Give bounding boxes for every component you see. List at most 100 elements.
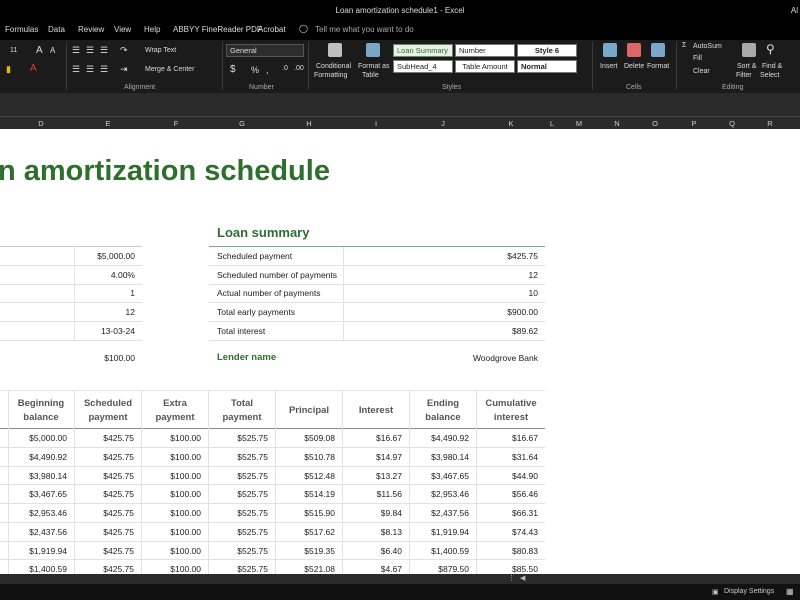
style-number[interactable]: Number [455,44,515,57]
column-header[interactable]: G [239,119,245,128]
schedule-cell[interactable]: $5,000.00 [5,433,67,443]
wrap-text-button[interactable]: Wrap Text [145,47,176,54]
schedule-cell[interactable]: $525.75 [206,471,268,481]
summary-value[interactable]: 10 [440,288,538,298]
start-date-value[interactable]: 13-03-24 [75,326,135,336]
column-header[interactable]: D [38,119,43,128]
schedule-cell[interactable]: $525.75 [206,527,268,537]
schedule-cell[interactable]: $56.46 [476,489,538,499]
font-color-icon[interactable]: A [30,63,37,74]
schedule-cell[interactable]: $2,437.56 [5,527,67,537]
delete-cells-icon[interactable] [627,43,641,57]
worksheet[interactable]: n amortization schedule $5,000.00 4.00% … [0,129,800,574]
header-principal[interactable]: Principal [276,404,342,418]
schedule-cell[interactable]: $425.75 [72,471,134,481]
loan-amount-value[interactable]: $5,000.00 [75,251,135,261]
format-cells-icon[interactable] [651,43,665,57]
column-header[interactable]: J [441,119,445,128]
header-interest[interactable]: Interest [343,404,409,418]
schedule-cell[interactable]: $11.56 [340,489,402,499]
column-header[interactable]: F [174,119,179,128]
schedule-cell[interactable]: $3,980.14 [407,452,469,462]
schedule-cell[interactable]: $66.31 [476,508,538,518]
schedule-cell[interactable]: $1,400.59 [5,564,67,574]
decrease-decimal-icon[interactable]: .00 [294,65,304,72]
format-as-table-icon[interactable] [366,43,380,57]
schedule-cell[interactable]: $80.83 [476,546,538,556]
conditional-formatting-icon[interactable] [328,43,342,57]
schedule-cell[interactable]: $525.75 [206,489,268,499]
schedule-cell[interactable]: $1,919.94 [407,527,469,537]
schedule-cell[interactable]: $4,490.92 [407,433,469,443]
align-center-icon[interactable]: ☰ [86,64,94,75]
style-subhead-4[interactable]: SubHead_4 [393,60,453,73]
schedule-cell[interactable]: $3,467.65 [5,489,67,499]
increase-font-icon[interactable]: A [36,45,43,56]
column-header[interactable]: L [550,119,554,128]
find-select-label-1[interactable]: Find & [762,63,782,70]
conditional-label-1[interactable]: Conditional [316,63,351,70]
autosum-button[interactable]: AutoSum [693,43,722,50]
schedule-cell[interactable]: $31.64 [476,452,538,462]
schedule-cell[interactable]: $100.00 [139,527,201,537]
align-bottom-icon[interactable]: ☰ [100,45,108,56]
schedule-cell[interactable]: $425.75 [72,452,134,462]
summary-value[interactable]: $425.75 [440,251,538,261]
display-settings-icon[interactable]: ▣ [712,588,719,596]
schedule-cell[interactable]: $1,400.59 [407,546,469,556]
align-middle-icon[interactable]: ☰ [86,45,94,56]
schedule-cell[interactable]: $100.00 [139,433,201,443]
tab-view[interactable]: View [114,25,131,34]
schedule-cell[interactable]: $85.50 [476,564,538,574]
format-table-label-2[interactable]: Table [362,72,379,79]
column-header[interactable]: N [614,119,619,128]
payments-per-year-value[interactable]: 12 [75,307,135,317]
merge-center-button[interactable]: Merge & Center [145,66,194,73]
tab-help[interactable]: Help [144,25,160,34]
column-header[interactable]: P [691,119,696,128]
schedule-cell[interactable]: $525.75 [206,508,268,518]
summary-label[interactable]: Total early payments [217,307,295,317]
clear-button[interactable]: Clear [693,68,710,75]
header-extra-payment[interactable]: Extra payment [142,397,208,425]
schedule-cell[interactable]: $519.35 [273,546,335,556]
schedule-cell[interactable]: $4.67 [340,564,402,574]
align-left-icon[interactable]: ☰ [72,64,80,75]
autosum-icon[interactable]: Σ [682,42,686,49]
format-button[interactable]: Format [647,63,669,70]
find-select-icon[interactable]: ⚲ [766,42,775,56]
comma-icon[interactable]: , [266,65,269,75]
schedule-cell[interactable]: $3,467.65 [407,471,469,481]
scroll-left-icon[interactable]: ◀ [520,574,525,582]
tab-data[interactable]: Data [48,25,65,34]
sort-filter-label-1[interactable]: Sort & [737,63,756,70]
header-scheduled-payment[interactable]: Scheduled payment [75,397,141,425]
schedule-cell[interactable]: $100.00 [139,564,201,574]
column-header[interactable]: Q [729,119,735,128]
style-table-amount[interactable]: Table Amount [455,60,515,73]
header-total-payment[interactable]: Total payment [209,397,275,425]
tab-abbyy[interactable]: ABBYY FineReader PDF [173,25,262,34]
style-loan-summary[interactable]: Loan Summary [393,44,453,57]
schedule-cell[interactable]: $425.75 [72,508,134,518]
schedule-cell[interactable]: $3,980.14 [5,471,67,481]
orientation-icon[interactable]: ↷ [120,45,128,56]
schedule-cell[interactable]: $16.67 [476,433,538,443]
schedule-cell[interactable]: $100.00 [139,489,201,499]
schedule-cell[interactable]: $100.00 [139,508,201,518]
summary-value[interactable]: $89.62 [440,326,538,336]
schedule-cell[interactable]: $425.75 [72,527,134,537]
tab-review[interactable]: Review [78,25,104,34]
schedule-cell[interactable]: $4,490.92 [5,452,67,462]
display-settings-button[interactable]: Display Settings [724,588,774,595]
schedule-cell[interactable]: $509.08 [273,433,335,443]
loan-summary-title[interactable]: Loan summary [217,225,309,240]
sheet-title[interactable]: n amortization schedule [0,155,330,188]
schedule-cell[interactable]: $16.67 [340,433,402,443]
fill-color-icon[interactable]: ▮ [6,64,11,75]
column-header[interactable]: H [306,119,311,128]
font-size-value[interactable]: 11 [10,47,17,54]
summary-value[interactable]: $900.00 [440,307,538,317]
schedule-cell[interactable]: $13.27 [340,471,402,481]
align-top-icon[interactable]: ☰ [72,45,80,56]
